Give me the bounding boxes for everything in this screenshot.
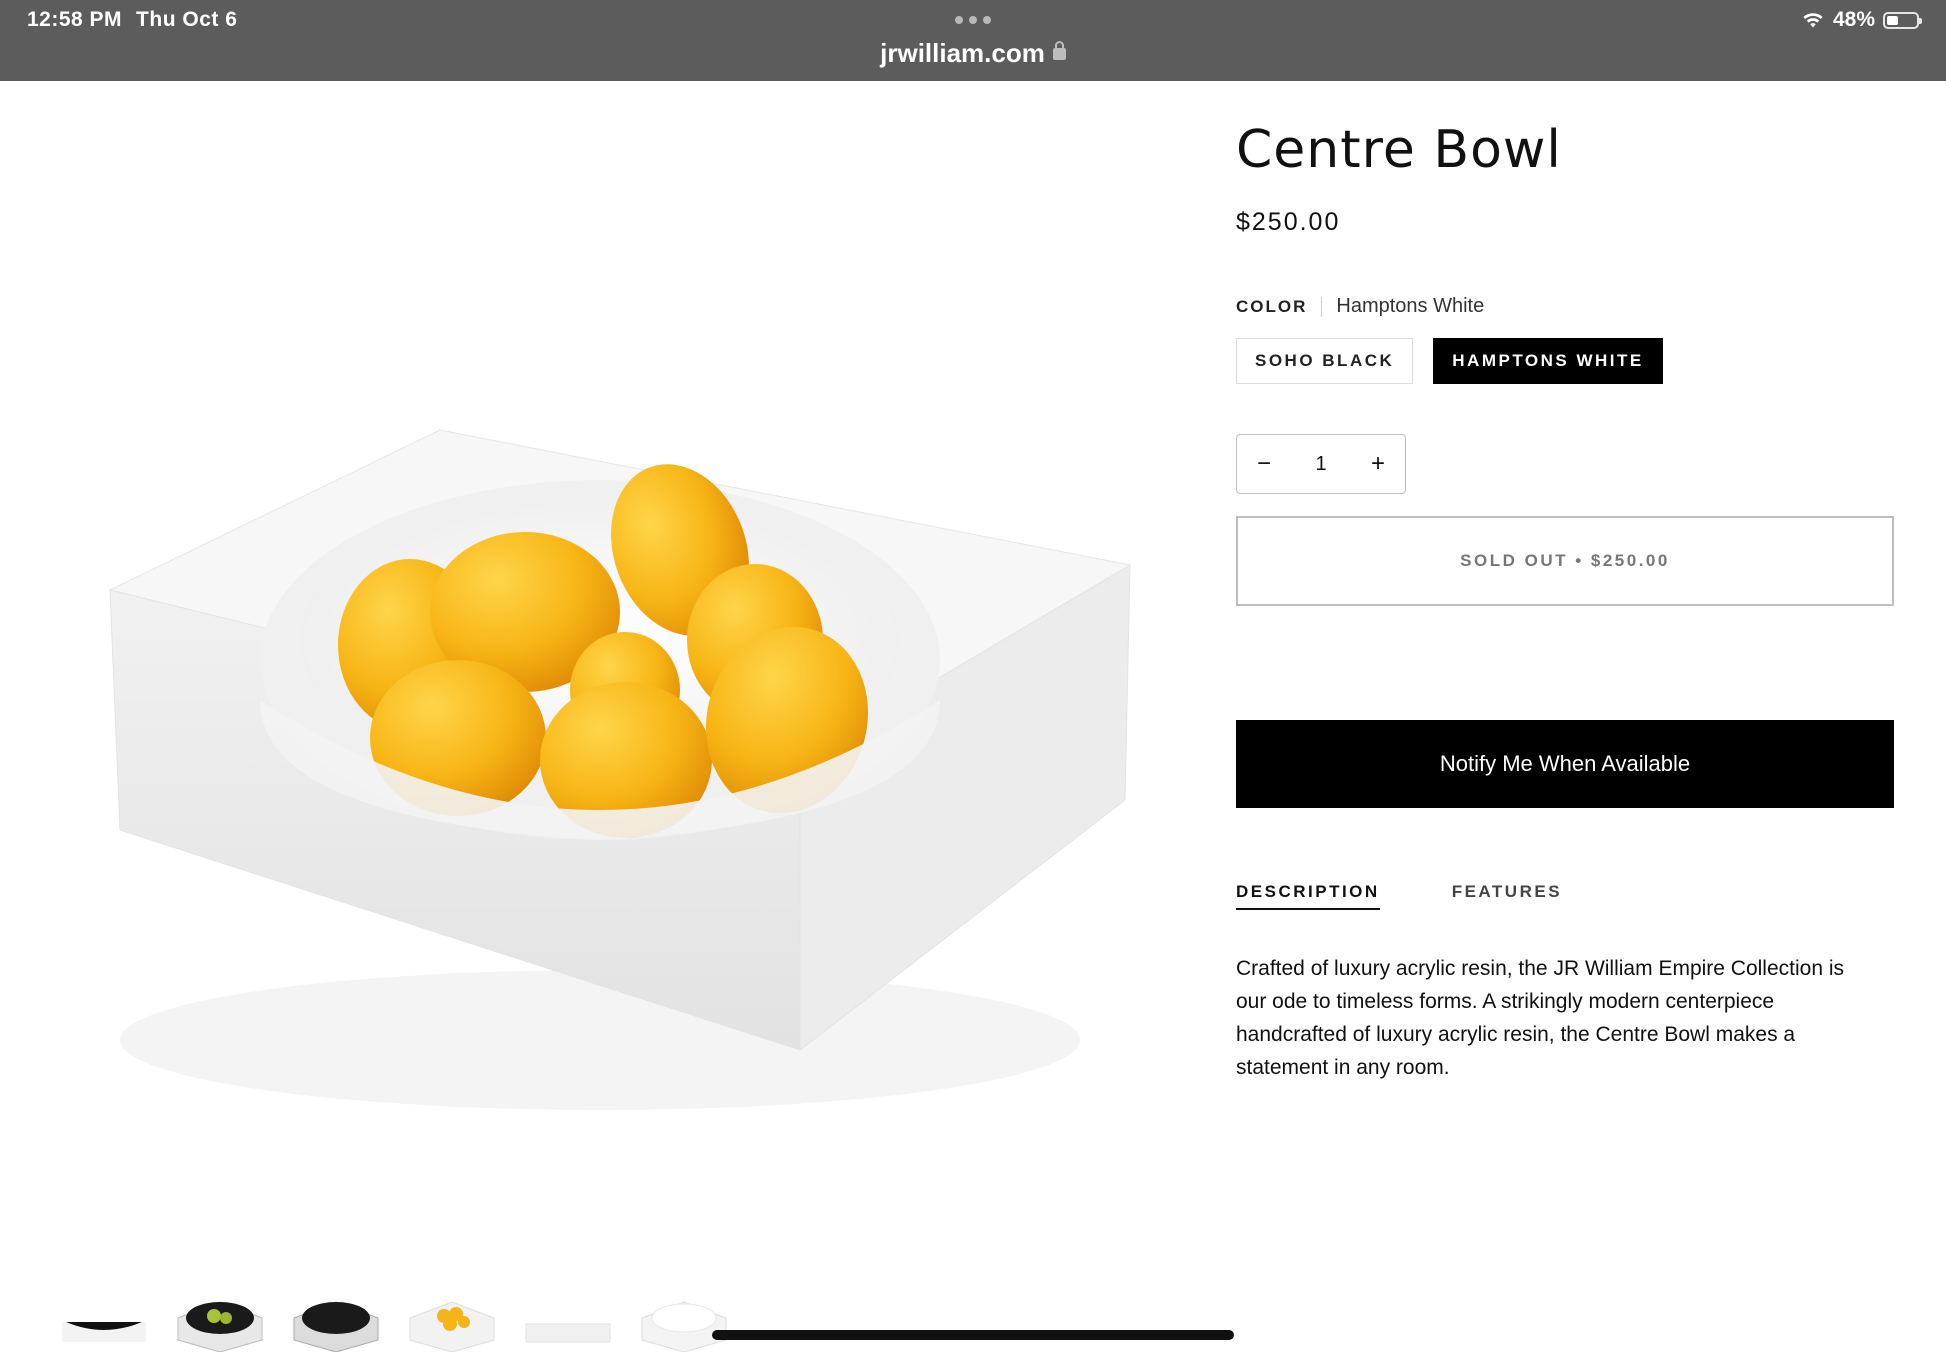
quantity-increase-button[interactable]: +: [1371, 450, 1385, 478]
url-bar[interactable]: jrwilliam.com: [0, 38, 1946, 69]
battery-percent: 48%: [1832, 8, 1875, 31]
thumbnail-6[interactable]: [638, 1294, 730, 1352]
browser-top-bar: 12:58 PM Thu Oct 6 jrwilliam.com 48%: [0, 0, 1946, 81]
product-description: Crafted of luxury acrylic resin, the JR …: [1236, 957, 1845, 1079]
lock-icon: [1052, 41, 1066, 60]
status-date: Thu Oct 6: [136, 8, 238, 31]
tab-features[interactable]: FEATURES: [1452, 882, 1562, 910]
tab-description[interactable]: DESCRIPTION: [1236, 882, 1380, 910]
product-price: $250.00: [1236, 208, 1341, 236]
thumbnail-2[interactable]: [174, 1294, 266, 1352]
thumbnail-5[interactable]: [522, 1294, 614, 1352]
swatch-soho-black[interactable]: SOHO BLACK: [1236, 338, 1414, 384]
color-value: Hamptons White: [1336, 295, 1485, 317]
swatch-hamptons-white[interactable]: HAMPTONS WHITE: [1433, 338, 1663, 384]
product-title: Centre Bowl: [1236, 120, 1562, 180]
url-text: jrwilliam.com: [880, 38, 1045, 68]
color-label: COLOR: [1236, 296, 1323, 317]
thumbnail-4[interactable]: [406, 1294, 498, 1352]
wifi-icon: [1803, 13, 1823, 28]
product-image[interactable]: [80, 400, 1160, 1160]
thumbnail-strip: [58, 1294, 730, 1352]
color-selector-label: COLOR Hamptons White: [1236, 295, 1896, 318]
thumbnail-scrollbar[interactable]: [712, 1330, 1234, 1340]
product-tabs: DESCRIPTION FEATURES: [1236, 882, 1896, 910]
sold-out-button[interactable]: SOLD OUT • $250.00: [1236, 516, 1894, 606]
thumbnail-3[interactable]: [290, 1294, 382, 1352]
status-right: 48%: [1801, 8, 1922, 32]
battery-fill: [1887, 15, 1899, 25]
thumbnail-1[interactable]: [58, 1294, 150, 1352]
status-time: 12:58 PM: [27, 8, 123, 31]
status-time-date: 12:58 PM Thu Oct 6: [27, 8, 237, 32]
notify-me-button[interactable]: Notify Me When Available: [1236, 720, 1894, 808]
battery-icon: [1883, 11, 1922, 29]
color-swatches: SOHO BLACK HAMPTONS WHITE: [1236, 338, 1896, 384]
product-info: Centre Bowl $250.00 COLOR Hamptons White…: [1236, 120, 1896, 1084]
quantity-value[interactable]: 1: [1315, 453, 1326, 476]
quantity-stepper: − 1 +: [1236, 434, 1406, 494]
quantity-decrease-button[interactable]: −: [1257, 450, 1271, 478]
more-dots-icon[interactable]: [955, 16, 991, 24]
